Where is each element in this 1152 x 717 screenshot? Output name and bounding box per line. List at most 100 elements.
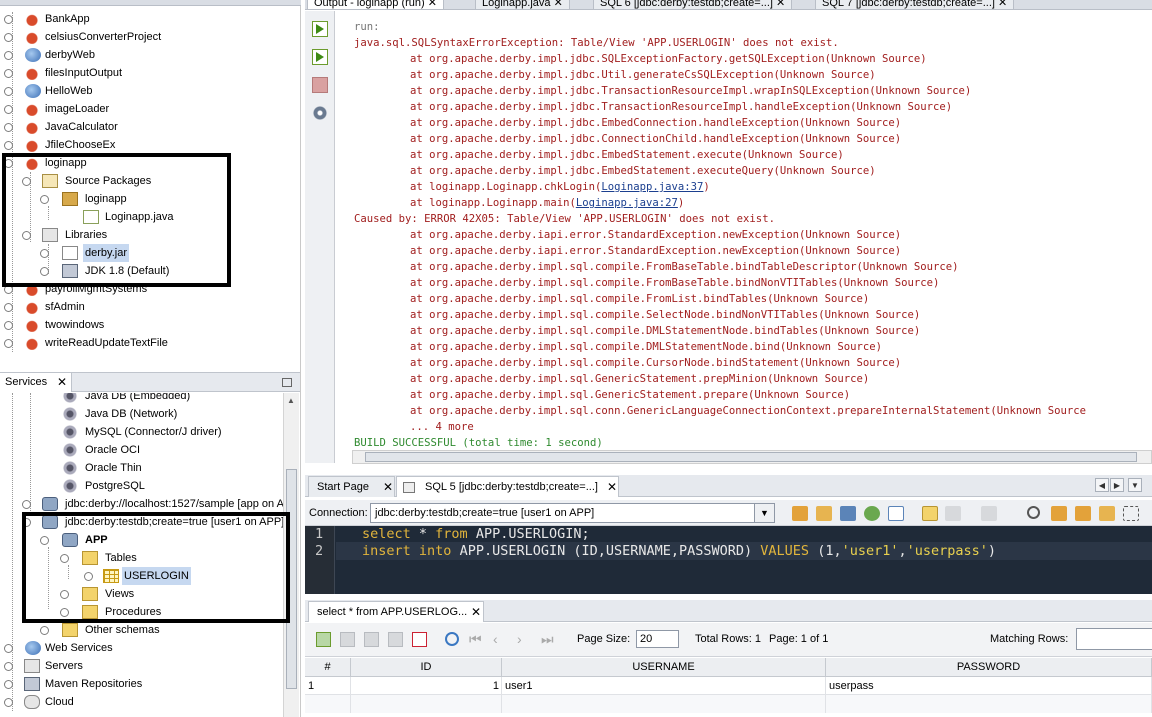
last-page-icon[interactable]: ⏭ [541, 632, 556, 647]
select-connection-icon[interactable] [840, 506, 856, 521]
driver-oracle-thin[interactable]: Oracle Thin [0, 459, 283, 477]
column-header-username[interactable]: USERNAME [502, 658, 826, 677]
tab-services[interactable]: Services ✕ [0, 373, 72, 392]
node-cloud[interactable]: Cloud [0, 693, 283, 711]
project-jfilechooseex[interactable]: JfileChooseEx [0, 136, 300, 154]
run-sql-icon[interactable] [792, 506, 808, 521]
rerun-with-params-icon[interactable] [312, 49, 328, 65]
output-line[interactable]: at loginapp.Loginapp.main(Loginapp.java:… [410, 195, 684, 211]
stacktrace-link[interactable]: Loginapp.java:27 [576, 197, 678, 209]
close-icon[interactable]: ✕ [383, 477, 393, 498]
expand-toggle-icon[interactable] [4, 87, 13, 96]
sql-editor[interactable]: 1 2 select * from APP.USERLOGIN; insert … [305, 526, 1152, 594]
project-writereadupdatetextfile[interactable]: writeReadUpdateTextFile [0, 334, 300, 352]
scroll-tabs-right-icon[interactable]: ▶ [1110, 478, 1124, 492]
tab-sql5[interactable]: SQL 5 [jdbc:derby:testdb;create=...] ✕ [396, 476, 619, 497]
commit-icon[interactable] [364, 632, 379, 647]
rerun-icon[interactable] [312, 21, 328, 37]
chevron-down-icon[interactable]: ▼ [754, 504, 774, 522]
truncate-table-icon[interactable] [412, 632, 427, 647]
minimize-button[interactable] [282, 378, 292, 387]
expand-toggle-icon[interactable] [4, 680, 13, 689]
column-header-row-number[interactable]: # [305, 658, 351, 677]
node-web-services[interactable]: Web Services [0, 639, 283, 657]
rectangular-selection-icon[interactable] [1123, 506, 1139, 521]
expand-toggle-icon[interactable] [4, 339, 13, 348]
toggle-bookmark-icon[interactable] [922, 506, 938, 521]
stacktrace-link[interactable]: Loginapp.java:37 [601, 181, 703, 193]
connection-select[interactable]: jdbc:derby:testdb;create=true [user1 on … [370, 503, 775, 523]
project-javacalculator[interactable]: JavaCalculator [0, 118, 300, 136]
column-header-password[interactable]: PASSWORD [826, 658, 1152, 677]
expand-toggle-icon[interactable] [4, 33, 13, 42]
tab-list-dropdown-icon[interactable]: ▼ [1128, 478, 1142, 492]
history-icon[interactable] [864, 506, 880, 521]
close-icon[interactable]: ✕ [57, 373, 67, 392]
expand-toggle-icon[interactable] [4, 123, 13, 132]
username-cell[interactable]: user1 [502, 677, 826, 695]
tab-sql7[interactable]: SQL 7 [jdbc:derby:testdb;create=...] ✕ [815, 0, 1015, 9]
tab-output-loginapp[interactable]: Output - loginapp (run) ✕ [307, 0, 444, 9]
scroll-up-icon[interactable]: ▲ [287, 396, 295, 405]
prev-bookmark-icon[interactable] [945, 506, 961, 521]
next-page-icon[interactable]: › [517, 632, 532, 647]
driver-postgresql[interactable]: PostgreSQL [0, 477, 283, 495]
expand-toggle-icon[interactable] [4, 105, 13, 114]
driver-java-db-embedded[interactable]: Java DB (Embedded) [0, 393, 283, 405]
first-page-icon[interactable]: ⏮ [469, 632, 484, 647]
close-icon[interactable]: ✕ [607, 477, 617, 498]
insert-record-icon[interactable] [316, 632, 331, 647]
node-servers[interactable]: Servers [0, 657, 283, 675]
expand-toggle-icon[interactable] [4, 698, 13, 707]
driver-oracle-oci[interactable]: Oracle OCI [0, 441, 283, 459]
next-bookmark-icon[interactable] [981, 506, 997, 521]
project-imageloader[interactable]: imageLoader [0, 100, 300, 118]
close-icon[interactable]: ✕ [554, 0, 563, 9]
expand-toggle-icon[interactable] [4, 303, 13, 312]
expand-toggle-icon[interactable] [4, 15, 13, 24]
project-filesinputoutput[interactable]: filesInputOutput [0, 64, 300, 82]
driver-mysql[interactable]: MySQL (Connector/J driver) [0, 423, 283, 441]
scroll-tabs-left-icon[interactable]: ◀ [1095, 478, 1109, 492]
close-icon[interactable]: ✕ [471, 602, 481, 623]
tab-sql6[interactable]: SQL 6 [jdbc:derby:testdb;create=...] ✕ [593, 0, 793, 9]
tab-query-result[interactable]: select * from APP.USERLOG... ✕ [308, 601, 484, 622]
expand-toggle-icon[interactable] [22, 500, 31, 509]
project-twowindows[interactable]: twowindows [0, 316, 300, 334]
expand-toggle-icon[interactable] [4, 141, 13, 150]
folder-other-schemas[interactable]: Other schemas [0, 621, 283, 639]
find-icon[interactable] [1027, 506, 1040, 519]
project-celsiusconverterproject[interactable]: celsiusConverterProject [0, 28, 300, 46]
project-derbyweb[interactable]: derbyWeb [0, 46, 300, 64]
cancel-edits-icon[interactable] [388, 632, 403, 647]
delete-record-icon[interactable] [340, 632, 355, 647]
id-cell[interactable]: 1 [351, 677, 502, 695]
output-line[interactable]: at loginapp.Loginapp.chkLogin(Loginapp.j… [410, 179, 710, 195]
page-size-input[interactable]: 20 [636, 630, 679, 648]
password-cell[interactable]: userpass [826, 677, 1152, 695]
expand-toggle-icon[interactable] [40, 626, 49, 635]
project-helloweb[interactable]: HelloWeb [0, 82, 300, 100]
expand-toggle-icon[interactable] [4, 644, 13, 653]
refresh-icon[interactable] [445, 632, 459, 646]
close-icon[interactable]: ✕ [428, 0, 437, 9]
output-console[interactable]: run: java.sql.SQLSyntaxErrorException: Ta… [336, 11, 1152, 450]
matching-rows-input[interactable] [1076, 628, 1152, 650]
tab-loginapp-java[interactable]: Loginapp.java ✕ [475, 0, 570, 9]
row-number-cell[interactable]: 1 [305, 677, 351, 695]
close-icon[interactable]: ✕ [998, 0, 1007, 9]
find-next-icon[interactable] [1075, 506, 1091, 521]
column-header-id[interactable]: ID [351, 658, 502, 677]
new-page-icon[interactable] [888, 506, 904, 521]
close-icon[interactable]: ✕ [776, 0, 785, 9]
tab-start-page[interactable]: Start Page ✕ [308, 476, 395, 497]
node-maven-repositories[interactable]: Maven Repositories [0, 675, 283, 693]
scrollbar-thumb[interactable] [365, 452, 1137, 462]
expand-toggle-icon[interactable] [4, 662, 13, 671]
toggle-highlight-icon[interactable] [1099, 506, 1115, 521]
connection-sample[interactable]: jdbc:derby://localhost:1527/sample [app … [0, 495, 283, 513]
stop-icon[interactable] [312, 77, 328, 93]
expand-toggle-icon[interactable] [4, 51, 13, 60]
find-previous-icon[interactable] [1051, 506, 1067, 521]
project-sfadmin[interactable]: sfAdmin [0, 298, 300, 316]
